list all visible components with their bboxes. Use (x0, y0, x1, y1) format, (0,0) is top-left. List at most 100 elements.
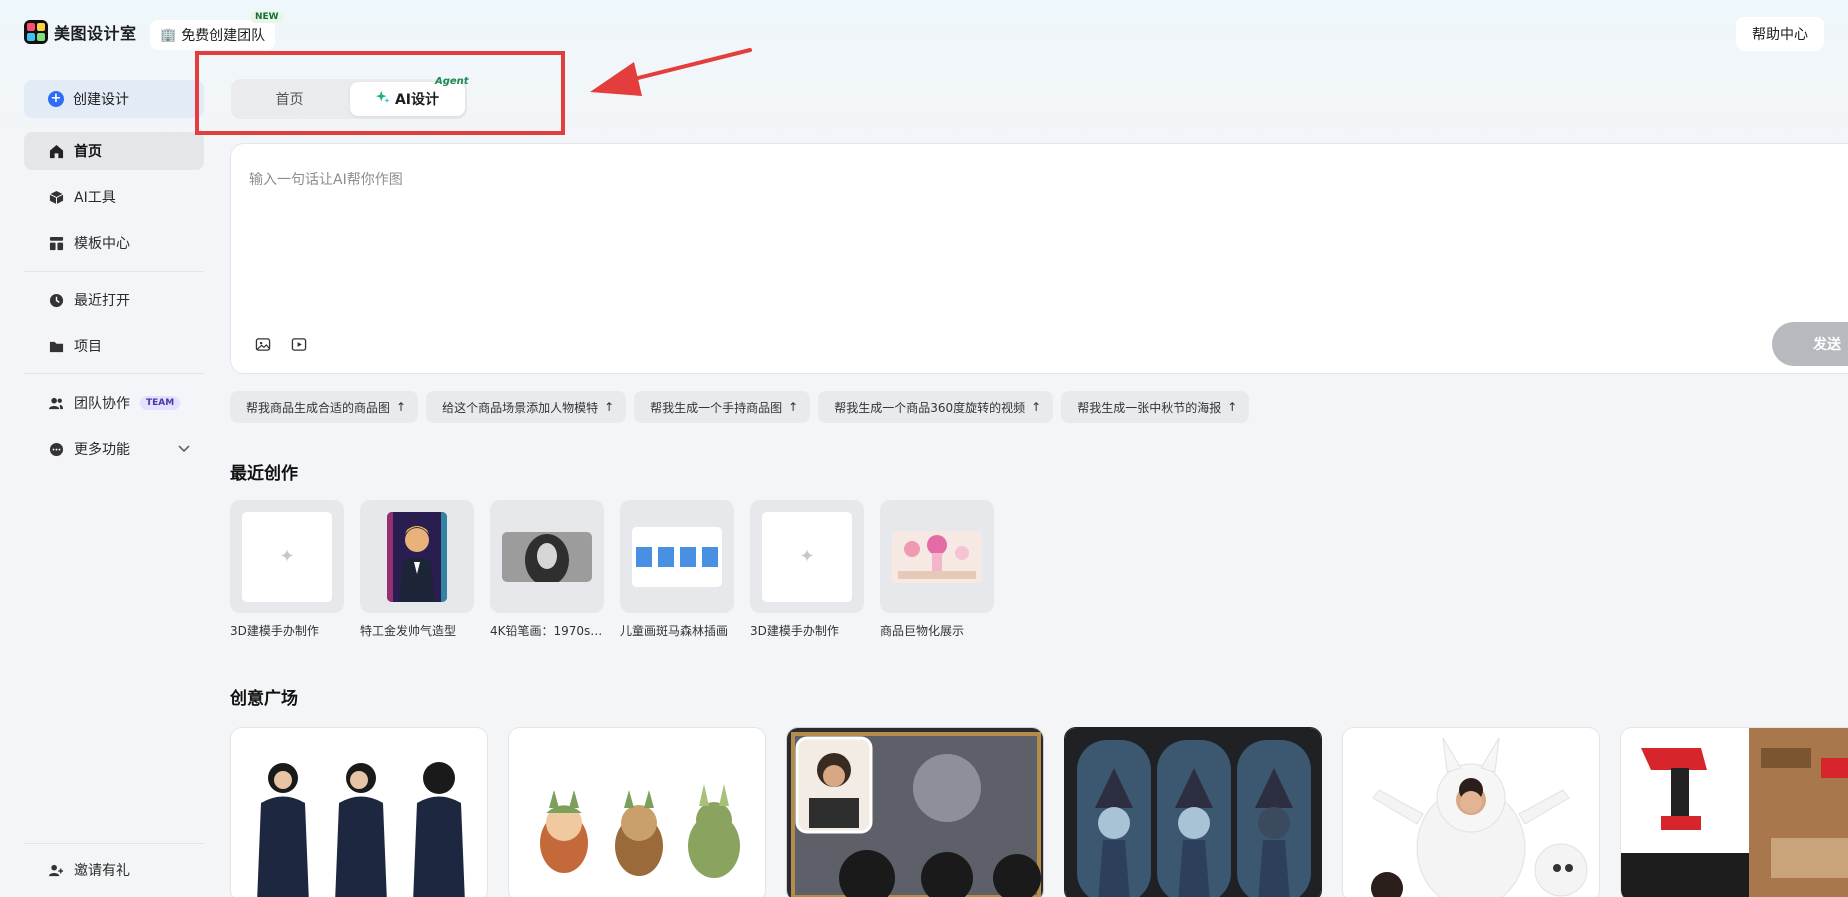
template-icon (48, 235, 64, 251)
placeholder-image: ✦ (242, 511, 332, 602)
app-name: 美图设计室 (54, 24, 137, 43)
recent-card[interactable]: 儿童画斑马森林插画 (620, 500, 734, 639)
video-upload-icon[interactable] (289, 334, 309, 354)
suggestion-chip[interactable]: 给这个商品场景添加人物模特 ↑ (426, 391, 627, 423)
agent-tag: Agent (435, 76, 469, 87)
sidebar-item-team[interactable]: 团队协作 TEAM (24, 384, 204, 422)
chip-label: 帮我生成一个手持商品图 (650, 400, 783, 415)
tab-ai-label: AI设计 (394, 92, 440, 108)
gallery-image (787, 728, 1043, 897)
send-button[interactable]: 发送 (1772, 322, 1848, 366)
sidebar-divider (24, 373, 204, 374)
recent-thumbnail (490, 500, 604, 613)
sidebar-item-more[interactable]: 更多功能 (24, 430, 204, 468)
recent-card[interactable]: 4K铅笔画：1970s… (490, 500, 604, 639)
create-team-button[interactable]: 🏢 免费创建团队 (150, 20, 276, 50)
recent-thumbnail (880, 500, 994, 613)
chip-label: 帮我商品生成合适的商品图 (246, 400, 391, 415)
gallery-image (509, 728, 765, 897)
suggestion-chips: 帮我商品生成合适的商品图 ↑ 给这个商品场景添加人物模特 ↑ 帮我生成一个手持商品图… (230, 391, 1250, 423)
pencil-portrait-image (502, 531, 592, 582)
sidebar-item-projects[interactable]: 项目 (24, 327, 204, 365)
recent-label: 儿童画斑马森林插画 (620, 624, 729, 638)
recent-thumbnail (360, 500, 474, 613)
sparkle-icon (375, 90, 390, 108)
placeholder-image: ✦ (762, 511, 852, 602)
sidebar-item-label: 首页 (74, 144, 102, 160)
sidebar: + 创建设计 首页 AI工具 模板中心 最近打开 项目 团队协作 TEAM 更多… (24, 80, 204, 458)
gallery-card[interactable] (508, 727, 766, 897)
tab-home[interactable]: 首页 (231, 79, 348, 119)
gallery-image (1621, 728, 1848, 897)
sparkle-icon: ✦ (279, 546, 295, 567)
invite-button[interactable]: 邀请有礼 (24, 860, 130, 880)
new-badge: NEW (250, 11, 284, 23)
recent-label: 特工金发帅气造型 (360, 624, 457, 638)
arrow-up-icon: ↑ (1227, 400, 1238, 414)
sidebar-item-home[interactable]: 首页 (24, 132, 204, 170)
gallery-card[interactable] (786, 727, 1044, 897)
arrow-annotation-icon (590, 48, 752, 96)
sidebar-divider (24, 843, 204, 844)
home-icon (48, 143, 64, 159)
arrow-up-icon: ↑ (1031, 400, 1042, 414)
building-icon: 🏢 (160, 27, 177, 43)
recent-title: 最近创作 (230, 464, 298, 484)
gallery-card[interactable] (1342, 727, 1600, 897)
arrow-up-icon: ↑ (788, 400, 799, 414)
recent-label: 4K铅笔画：1970s… (490, 624, 603, 638)
agent-figure-image (387, 511, 447, 602)
invite-label: 邀请有礼 (74, 863, 130, 879)
gallery-card[interactable] (1620, 727, 1848, 897)
sidebar-item-ai-tools[interactable]: AI工具 (24, 178, 204, 216)
create-design-button[interactable]: + 创建设计 (24, 80, 204, 118)
recent-thumbnail: ✦ (230, 500, 344, 613)
create-team-label: 免费创建团队 (181, 28, 266, 44)
clock-icon (48, 292, 64, 308)
recent-card[interactable]: ✦ 3D建模手办制作 (230, 500, 344, 639)
app-logo[interactable]: 美图设计室 (24, 20, 137, 44)
gallery-image (231, 728, 487, 897)
suggestion-chip[interactable]: 帮我生成一张中秋节的海报 ↑ (1061, 391, 1250, 423)
chip-label: 给这个商品场景添加人物模特 (442, 400, 599, 415)
arrow-up-icon: ↑ (604, 400, 615, 414)
suggestion-chip[interactable]: 帮我商品生成合适的商品图 ↑ (230, 391, 419, 423)
gallery-grid (230, 727, 1848, 897)
sidebar-item-label: 团队协作 (74, 396, 130, 412)
image-upload-icon[interactable] (253, 334, 273, 354)
recent-label: 商品巨物化展示 (880, 624, 965, 638)
recent-label: 3D建模手办制作 (230, 624, 319, 638)
more-icon (48, 441, 64, 457)
sidebar-item-label: 模板中心 (74, 236, 130, 252)
prompt-box: 发送 (230, 143, 1848, 374)
sidebar-item-templates[interactable]: 模板中心 (24, 224, 204, 262)
recent-card[interactable]: ✦ 3D建模手办制作 (750, 500, 864, 639)
add-user-icon (48, 862, 64, 878)
recent-thumbnail: ✦ (750, 500, 864, 613)
recent-card[interactable]: 商品巨物化展示 (880, 500, 994, 639)
help-center-button[interactable]: 帮助中心 (1736, 17, 1824, 51)
suggestion-chip[interactable]: 帮我生成一个商品360度旋转的视频 ↑ (818, 391, 1054, 423)
logo-icon (24, 20, 48, 44)
gallery-image (1065, 728, 1321, 897)
recent-list: ✦ 3D建模手办制作 特工金发帅气造型 4K铅笔画：1970s… 儿童画斑马森林… (230, 500, 994, 639)
gallery-card[interactable] (1064, 727, 1322, 897)
sidebar-item-label: AI工具 (74, 190, 116, 206)
tab-ai-design[interactable]: AI设计 (350, 82, 465, 116)
arrow-up-icon: ↑ (396, 400, 407, 414)
team-tag: TEAM (140, 396, 181, 410)
suggestion-chip[interactable]: 帮我生成一个手持商品图 ↑ (634, 391, 811, 423)
folder-icon (48, 338, 64, 354)
recent-thumbnail (620, 500, 734, 613)
recent-card[interactable]: 特工金发帅气造型 (360, 500, 474, 639)
recent-label: 3D建模手办制作 (750, 624, 839, 638)
team-icon (48, 395, 64, 411)
prompt-input[interactable] (249, 172, 1149, 188)
plus-icon: + (48, 91, 64, 107)
gallery-title: 创意广场 (230, 689, 298, 709)
cube-icon (48, 189, 64, 205)
sidebar-item-label: 最近打开 (74, 293, 130, 309)
gallery-image (1343, 728, 1599, 897)
gallery-card[interactable] (230, 727, 488, 897)
sidebar-item-recent[interactable]: 最近打开 (24, 281, 204, 319)
